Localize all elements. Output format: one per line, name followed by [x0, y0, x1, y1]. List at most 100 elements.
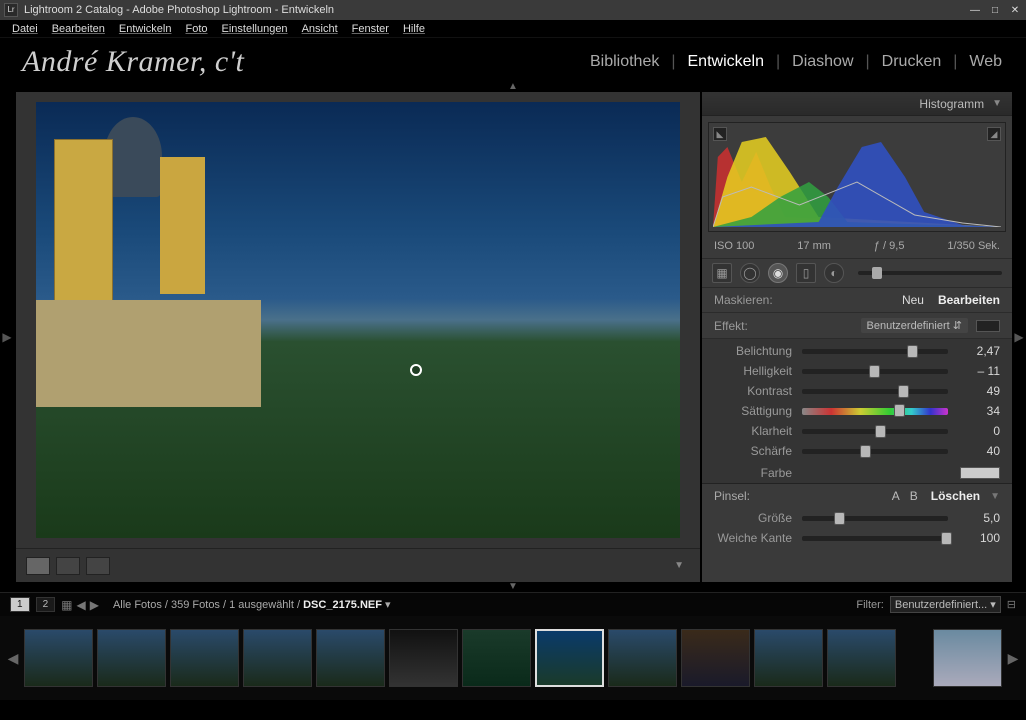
slider-row-kontrast: Kontrast49 [702, 381, 1012, 401]
tool-size-slider[interactable] [858, 271, 1002, 275]
left-panel-toggle[interactable]: ▶ [0, 92, 14, 582]
brush-chevron-icon[interactable]: ▼ [990, 491, 1000, 502]
window-minimize-button[interactable]: — [968, 4, 982, 16]
photo-viewport[interactable] [16, 92, 700, 548]
redeye-tool-icon[interactable]: ◉ [768, 263, 788, 283]
thumbnail[interactable] [170, 629, 239, 687]
filmstrip-left-arrow[interactable]: ◀ [6, 650, 20, 667]
color-label: Farbe [714, 466, 792, 480]
slider-track[interactable] [802, 369, 948, 374]
nav-next-icon[interactable]: ▶ [90, 598, 99, 612]
monitor-1-button[interactable]: 1 [10, 597, 30, 612]
window-title: Lightroom 2 Catalog - Adobe Photoshop Li… [24, 4, 968, 16]
thumbnail[interactable] [933, 629, 1002, 687]
color-row: Farbe [702, 463, 1012, 483]
slider-track[interactable] [802, 429, 948, 434]
mask-edit-button[interactable]: Bearbeiten [938, 293, 1000, 307]
effect-toggle-switch[interactable] [976, 320, 1000, 332]
brush-size-slider[interactable] [802, 516, 948, 521]
thumbnail[interactable] [754, 629, 823, 687]
brush-a-button[interactable]: A [892, 489, 900, 503]
module-bibliothek[interactable]: Bibliothek [588, 51, 661, 73]
thumbnail[interactable] [462, 629, 531, 687]
filter-lock-icon[interactable]: ⊟ [1007, 598, 1016, 611]
module-drucken[interactable]: Drucken [880, 51, 944, 73]
filmstrip-toolbar: 1 2 ▦ ◀ ▶ Alle Fotos / 359 Fotos / 1 aus… [0, 592, 1026, 616]
thumbnail[interactable] [608, 629, 677, 687]
brush-b-button[interactable]: B [910, 489, 918, 503]
thumbnail[interactable] [681, 629, 750, 687]
thumbnail[interactable] [316, 629, 385, 687]
brush-erase-button[interactable]: Löschen [931, 489, 980, 503]
brush-feather-value: 100 [958, 531, 1000, 545]
bottom-panel-toggle[interactable]: ▼ [0, 582, 1026, 592]
app-icon: Lr [4, 3, 18, 17]
thumbnail-selected[interactable] [535, 629, 604, 687]
spot-tool-icon[interactable]: ◯ [740, 263, 760, 283]
module-diashow[interactable]: Diashow [790, 51, 855, 73]
slider-track[interactable] [802, 349, 948, 354]
photo-image [36, 102, 680, 538]
nav-prev-icon[interactable]: ◀ [76, 598, 85, 612]
brush-size-label: Größe [714, 511, 792, 525]
thumbnail[interactable] [827, 629, 896, 687]
crop-tool-icon[interactable]: ▦ [712, 263, 732, 283]
histogram-panel-header[interactable]: Histogramm ▼ [702, 92, 1012, 116]
main-column: ▼ [16, 92, 700, 582]
slider-row-klarheit: Klarheit0 [702, 421, 1012, 441]
mask-new-button[interactable]: Neu [902, 293, 924, 307]
filmstrip-right-arrow[interactable]: ▶ [1006, 650, 1020, 667]
mask-label: Maskieren: [714, 293, 773, 307]
module-web[interactable]: Web [967, 51, 1004, 73]
monitor-2-button[interactable]: 2 [36, 597, 56, 612]
grid-view-icon[interactable]: ▦ [61, 598, 72, 612]
breadcrumb[interactable]: Alle Fotos / 359 Fotos / 1 ausgewählt / … [113, 598, 391, 611]
menu-bearbeiten[interactable]: Bearbeiten [46, 21, 111, 37]
menu-entwickeln[interactable]: Entwickeln [113, 21, 178, 37]
menu-einstellungen[interactable]: Einstellungen [216, 21, 294, 37]
effect-label: Effekt: [714, 319, 748, 333]
exif-iso: ISO 100 [714, 240, 754, 252]
mask-row: Maskieren: Neu Bearbeiten [702, 288, 1012, 313]
brush-size-value: 5,0 [958, 511, 1000, 525]
slider-track[interactable] [802, 449, 948, 454]
brush-feather-label: Weiche Kante [714, 531, 792, 545]
brush-feather-slider[interactable] [802, 536, 948, 541]
brush-tool-icon[interactable]: ◐ [824, 263, 844, 283]
module-entwickeln[interactable]: Entwickeln [686, 51, 766, 73]
menu-foto[interactable]: Foto [179, 21, 213, 37]
window-close-button[interactable]: ✕ [1008, 4, 1022, 16]
effect-dropdown[interactable]: Benutzerdefiniert ⇵ [861, 318, 968, 333]
filter-dropdown[interactable]: Benutzerdefiniert... ▾ [890, 596, 1001, 613]
thumbnail[interactable] [243, 629, 312, 687]
window-maximize-button[interactable]: □ [988, 4, 1002, 16]
menu-datei[interactable]: Datei [6, 21, 44, 37]
slider-track[interactable] [802, 389, 948, 394]
adjustment-sliders: Belichtung2,47Helligkeit– 11Kontrast49Sä… [702, 339, 1012, 463]
histogram[interactable]: ◣ ◢ [708, 122, 1006, 232]
exif-fstop: ƒ / 9,5 [874, 240, 905, 252]
menu-ansicht[interactable]: Ansicht [296, 21, 344, 37]
view-before-after-x-button[interactable] [86, 557, 110, 575]
view-before-after-y-button[interactable] [56, 557, 80, 575]
thumbnail[interactable] [389, 629, 458, 687]
slider-value: – 11 [958, 364, 1000, 378]
menu-fenster[interactable]: Fenster [346, 21, 395, 37]
view-options-dropdown[interactable]: ▼ [668, 560, 690, 571]
thumbnail[interactable] [97, 629, 166, 687]
slider-track[interactable] [802, 408, 948, 415]
adjustment-pin-icon[interactable] [410, 364, 422, 376]
color-swatch[interactable] [960, 467, 1000, 479]
view-loupe-button[interactable] [26, 557, 50, 575]
menu-hilfe[interactable]: Hilfe [397, 21, 431, 37]
filter-label: Filter: [856, 599, 884, 611]
photo-subject [36, 102, 261, 407]
workspace: ▶ ▼ Histogramm ▼ ◣ ◢ [0, 92, 1026, 582]
slider-row-belichtung: Belichtung2,47 [702, 341, 1012, 361]
right-panel-toggle[interactable]: ▶ [1012, 92, 1026, 582]
top-panel-toggle[interactable]: ▲ [0, 82, 1026, 92]
histogram-title: Histogramm [919, 97, 984, 111]
gradient-tool-icon[interactable]: ▯ [796, 263, 816, 283]
slider-value: 0 [958, 424, 1000, 438]
thumbnail[interactable] [24, 629, 93, 687]
